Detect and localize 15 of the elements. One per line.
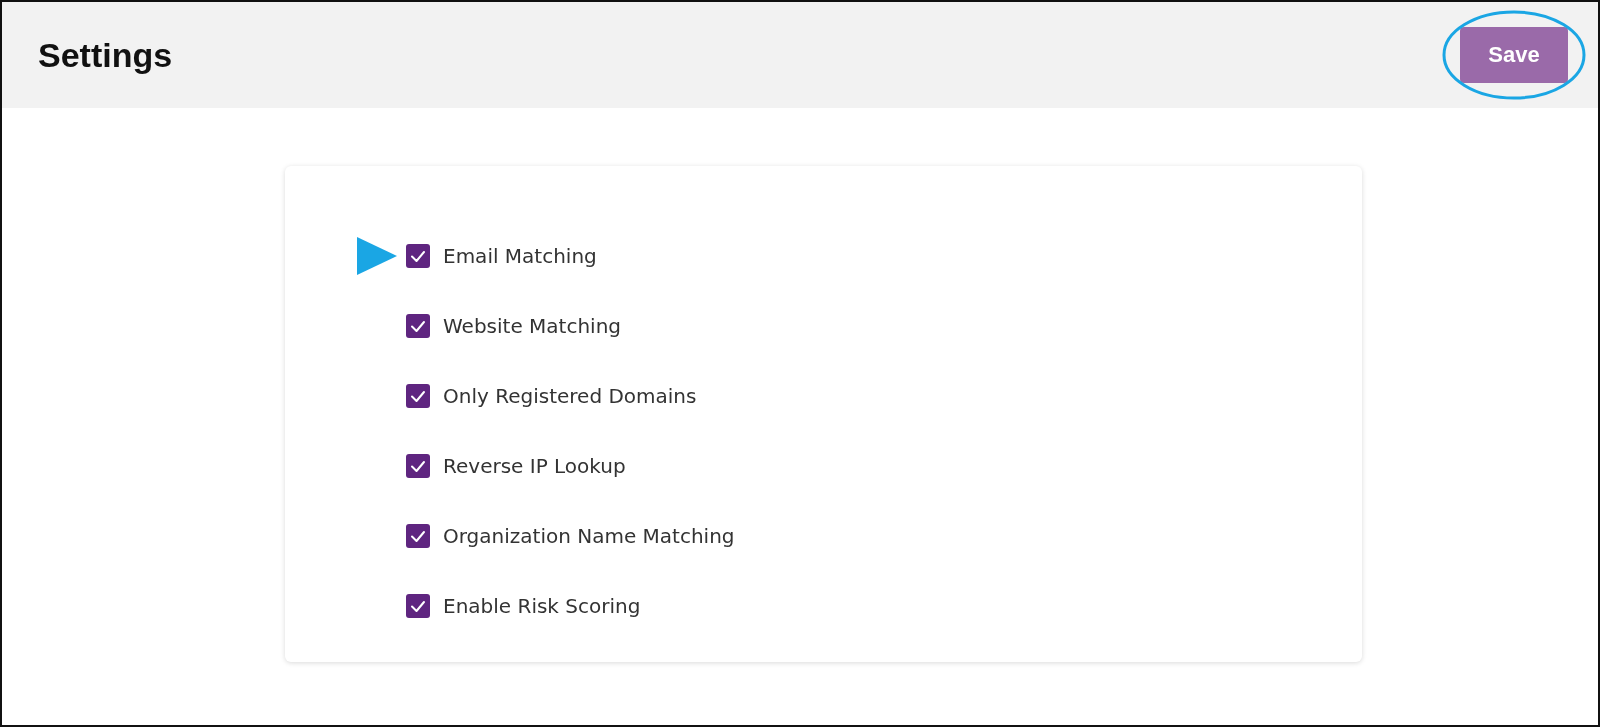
checkbox[interactable] — [406, 244, 430, 268]
option-label: Email Matching — [443, 244, 597, 268]
checkbox[interactable] — [406, 594, 430, 618]
option-label: Enable Risk Scoring — [443, 594, 641, 618]
save-button[interactable]: Save — [1460, 27, 1568, 83]
option-label: Website Matching — [443, 314, 622, 338]
option-label: Organization Name Matching — [443, 524, 735, 548]
checkbox[interactable] — [406, 524, 430, 548]
checkbox[interactable] — [406, 454, 430, 478]
page-title: Settings — [38, 35, 173, 75]
checkbox[interactable] — [406, 314, 430, 338]
option-label: Only Registered Domains — [443, 384, 697, 408]
checkbox[interactable] — [406, 384, 430, 408]
pointer-arrow-icon — [357, 237, 397, 275]
option-label: Reverse IP Lookup — [443, 454, 626, 478]
